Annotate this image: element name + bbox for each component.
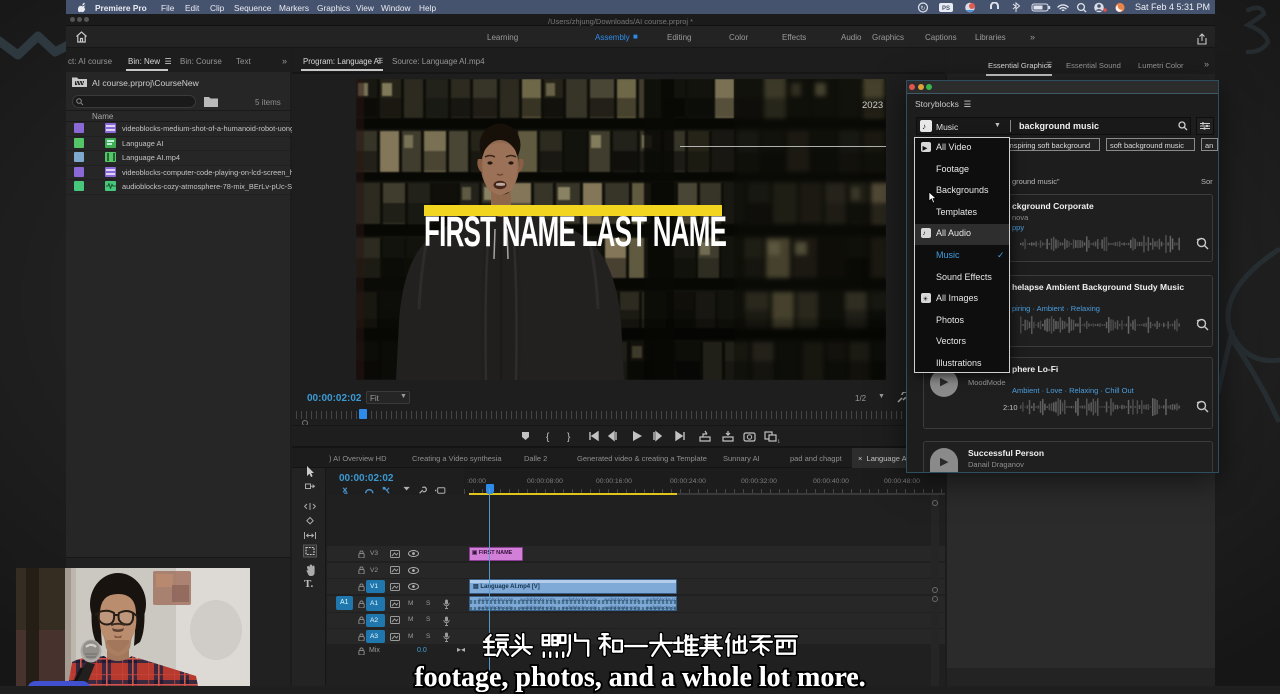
svg-text:}: } (567, 432, 571, 443)
svg-text:PS: PS (942, 6, 950, 12)
svg-text:1: 1 (778, 439, 781, 444)
svg-text:{: { (546, 432, 550, 443)
svg-text:↻: ↻ (920, 5, 925, 12)
